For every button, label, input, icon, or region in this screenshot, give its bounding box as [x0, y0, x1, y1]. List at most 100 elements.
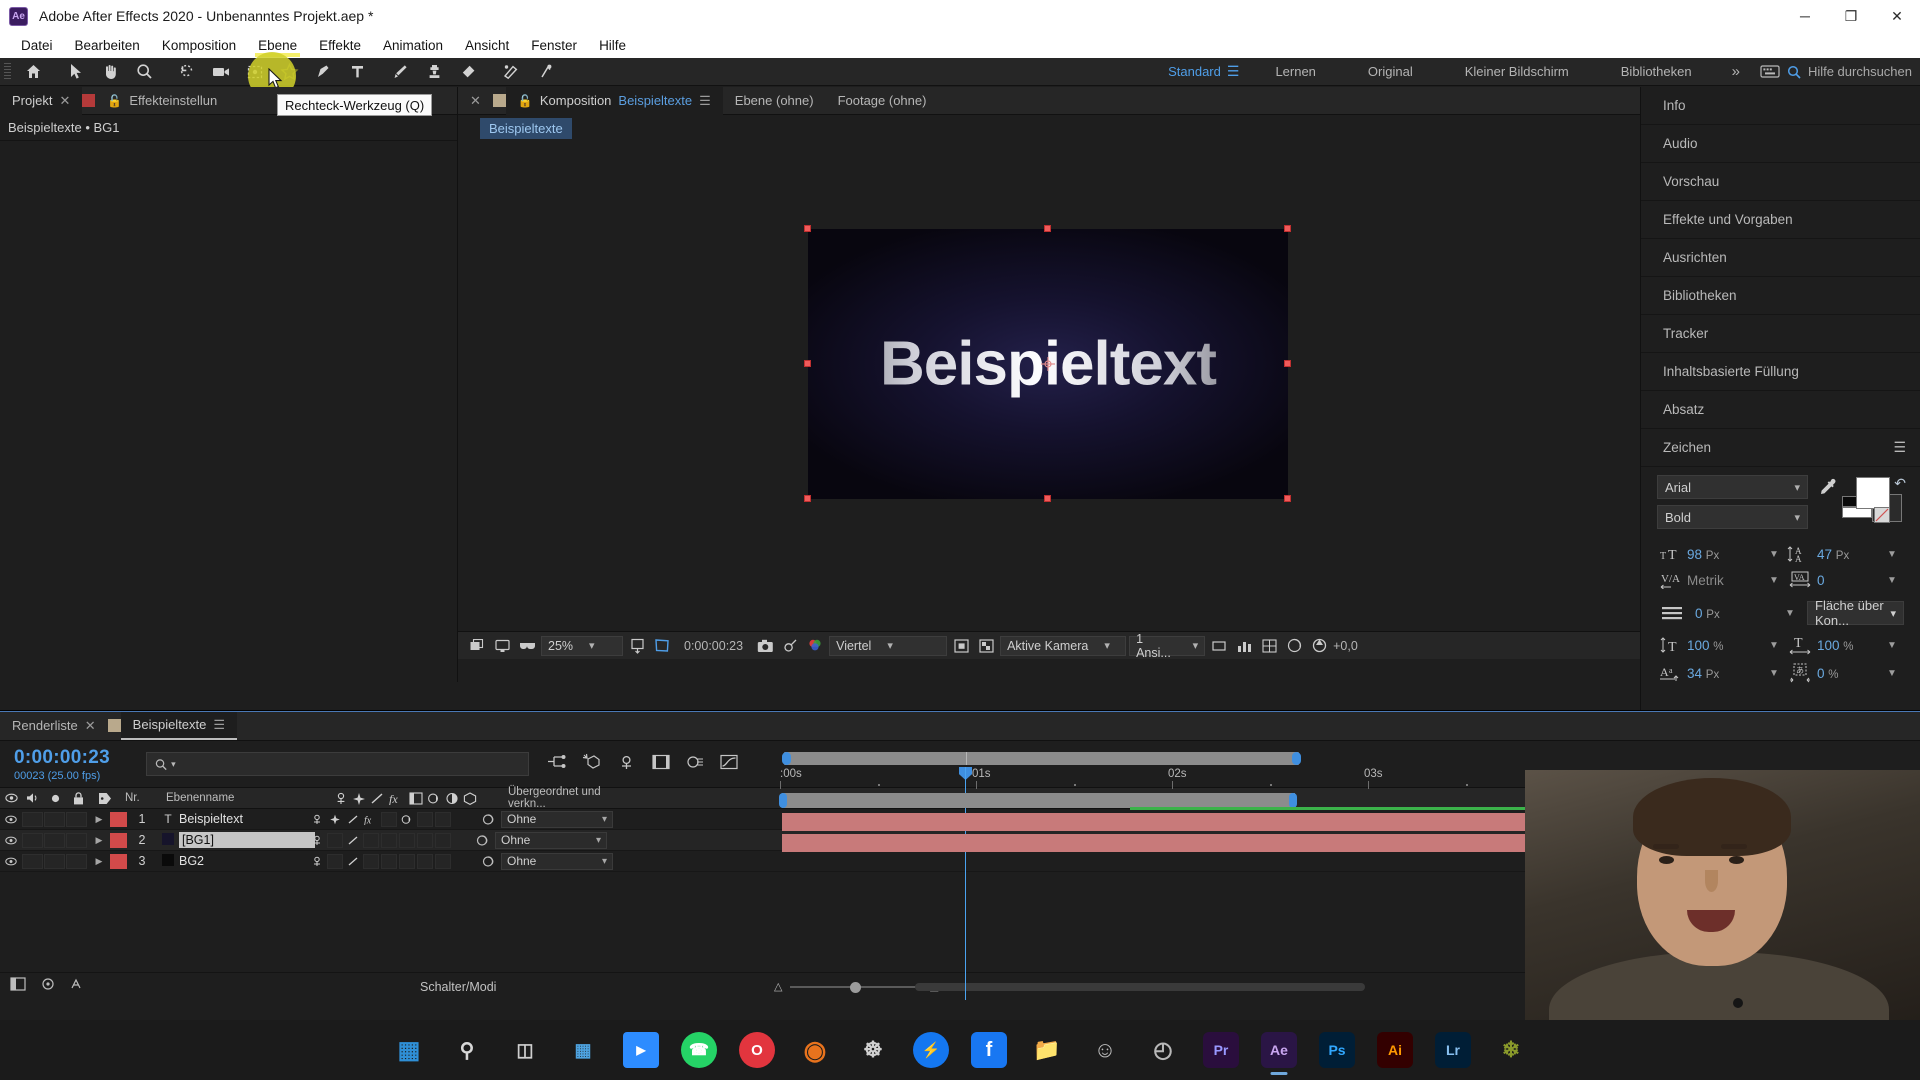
menu-fenster[interactable]: Fenster	[520, 35, 588, 56]
panel-inhaltsbasierte-fuellung[interactable]: Inhaltsbasierte Füllung	[1641, 353, 1920, 391]
horizontal-scale-dropdown-icon[interactable]: ▼	[1883, 640, 1901, 651]
toggle-mask-paths-icon[interactable]	[950, 635, 972, 657]
work-area-bar[interactable]	[782, 752, 1920, 765]
frame-blend-toggle[interactable]	[381, 832, 397, 848]
parent-pickwhip-icon[interactable]	[475, 834, 490, 847]
panel-info[interactable]: Info	[1641, 87, 1920, 125]
guides-icon[interactable]	[1258, 635, 1280, 657]
layer-audio-toggle[interactable]	[22, 832, 43, 848]
tab-renderliste[interactable]: Renderliste ✕	[0, 712, 108, 740]
3d-layer-toggle[interactable]	[435, 811, 451, 827]
type-tool-icon[interactable]	[340, 59, 374, 85]
camera-select[interactable]: Aktive Kamera ▾	[1000, 635, 1127, 656]
layer-expand-arrow[interactable]: ▶	[88, 835, 110, 846]
layer-solo-toggle[interactable]	[44, 853, 65, 869]
draft-3d-icon[interactable]	[582, 753, 601, 775]
always-preview-icon[interactable]	[466, 635, 488, 657]
illustrator-icon[interactable]: Ai	[1377, 1032, 1413, 1068]
workspace-bibliotheken[interactable]: Bibliotheken	[1595, 64, 1718, 79]
work-area-end-handle[interactable]	[1292, 752, 1301, 765]
timeline-timecode[interactable]: 0:00:00:23 00023 (25.00 fps)	[14, 747, 146, 782]
parent-select[interactable]: Ohne ▾	[501, 810, 613, 828]
tab-renderliste-close-icon[interactable]: ✕	[85, 718, 96, 734]
vertical-scale-field[interactable]: 100 %	[1687, 638, 1765, 653]
menu-ebene[interactable]: Ebene	[247, 35, 308, 57]
file-explorer-icon[interactable]: 📁	[1029, 1032, 1065, 1068]
brush-tool-icon[interactable]	[383, 59, 417, 85]
breadcrumb-item[interactable]: Beispieltexte	[480, 117, 572, 139]
kerning-dropdown-icon[interactable]: ▼	[1765, 575, 1783, 586]
snapshot-camera-icon[interactable]	[754, 635, 776, 657]
font-size-field[interactable]: 98 Px	[1687, 547, 1765, 562]
selection-handle[interactable]	[1284, 360, 1291, 367]
quality-icon[interactable]	[345, 812, 361, 827]
vertical-scale-dropdown-icon[interactable]: ▼	[1765, 640, 1783, 651]
effects-icon[interactable]: fx	[363, 812, 379, 827]
adjustment-layer-toggle[interactable]	[417, 832, 433, 848]
transparency-grid-icon[interactable]	[975, 635, 997, 657]
main-viewer-icon[interactable]	[491, 635, 513, 657]
panel-effekte-und-vorgaben[interactable]: Effekte und Vorgaben	[1641, 201, 1920, 239]
3d-layer-toggle[interactable]	[435, 832, 451, 848]
motion-blur-footer-icon[interactable]	[70, 977, 86, 996]
panel-menu-icon[interactable]: ☰	[1893, 439, 1906, 456]
collapse-transformations-icon[interactable]	[327, 812, 343, 827]
eraser-tool-icon[interactable]	[451, 59, 485, 85]
quality-icon[interactable]	[345, 833, 361, 848]
frame-blending-icon[interactable]	[652, 754, 670, 775]
composition-viewer[interactable]: Beispieltext 25% ▾ 0:00:00:23 Viertel ▾ …	[458, 141, 1640, 660]
panel-absatz[interactable]: Absatz	[1641, 391, 1920, 429]
olive-icon[interactable]: ❄	[1493, 1032, 1529, 1068]
effects-toggle[interactable]	[363, 832, 379, 848]
font-size-dropdown-icon[interactable]: ▼	[1765, 549, 1783, 560]
timeline-graph-icon[interactable]	[1233, 635, 1255, 657]
collapse-transformations-toggle[interactable]	[327, 853, 343, 869]
font-style-select[interactable]: Bold ▾	[1657, 505, 1808, 529]
lock-icon[interactable]: 🔓	[107, 94, 122, 108]
layer-expand-arrow[interactable]: ▶	[88, 856, 110, 867]
composition-mini-flowchart-icon[interactable]	[547, 754, 566, 774]
menu-animation[interactable]: Animation	[372, 35, 454, 56]
menu-bearbeiten[interactable]: Bearbeiten	[64, 35, 151, 56]
resolution-region-icon[interactable]	[626, 635, 648, 657]
task-view-icon[interactable]: ◫	[507, 1032, 543, 1068]
premiere-icon[interactable]: Pr	[1203, 1032, 1239, 1068]
viewer-timecode[interactable]: 0:00:00:23	[676, 639, 751, 653]
collapse-transformations-toggle[interactable]	[327, 832, 343, 848]
workspace-original[interactable]: Original	[1342, 64, 1439, 79]
photoshop-icon[interactable]: Ps	[1319, 1032, 1355, 1068]
camera-tool-icon[interactable]	[204, 59, 238, 85]
horizontal-scale-field[interactable]: 100 %	[1817, 638, 1883, 653]
frame-blend-toggle[interactable]	[381, 811, 397, 827]
layer-lock-toggle[interactable]	[66, 811, 87, 827]
stroke-width-dropdown-icon[interactable]: ▼	[1781, 608, 1799, 619]
no-color-icon[interactable]	[1874, 507, 1890, 523]
layer-audio-toggle[interactable]	[22, 853, 43, 869]
parent-pickwhip-icon[interactable]	[481, 855, 496, 868]
after-effects-icon[interactable]: Ae	[1261, 1032, 1297, 1068]
layer-expand-arrow[interactable]: ▶	[88, 814, 110, 825]
minimize-button[interactable]: ─	[1782, 0, 1828, 32]
selection-handle[interactable]	[804, 360, 811, 367]
workspace-standard[interactable]: Standard	[1142, 64, 1227, 79]
widgets-icon[interactable]: ▦	[565, 1032, 601, 1068]
timeline-tab-menu-icon[interactable]: ☰	[213, 717, 225, 733]
panel-tracker[interactable]: Tracker	[1641, 315, 1920, 353]
eyedropper-icon[interactable]	[1816, 477, 1838, 499]
leading-dropdown-icon[interactable]: ▼	[1883, 549, 1901, 560]
layer-label-color[interactable]	[110, 853, 127, 869]
menu-ansicht[interactable]: Ansicht	[454, 35, 520, 56]
opera-icon[interactable]: O	[739, 1032, 775, 1068]
layer-lock-toggle[interactable]	[66, 853, 87, 869]
workspace-lernen[interactable]: Lernen	[1249, 64, 1341, 79]
clone-stamp-tool-icon[interactable]	[417, 59, 451, 85]
view-layout-select[interactable]: 1 Ansi... ▾	[1129, 632, 1206, 660]
roto-brush-tool-icon[interactable]	[494, 59, 528, 85]
tracking-field[interactable]: 0	[1817, 573, 1883, 588]
baseline-shift-field[interactable]: 34 Px	[1687, 666, 1765, 681]
hide-shy-layers-icon[interactable]	[617, 754, 636, 775]
work-area-start-handle[interactable]	[782, 752, 791, 765]
layer-visibility-toggle[interactable]	[0, 857, 22, 866]
effects-toggle[interactable]	[363, 853, 379, 869]
fill-color-swatch[interactable]	[1856, 477, 1890, 509]
